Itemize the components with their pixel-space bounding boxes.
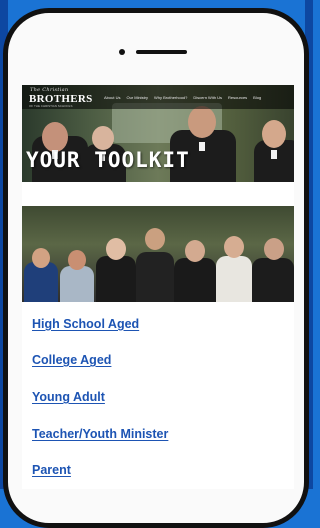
group-photo [22, 206, 294, 302]
nav-item-resources[interactable]: Resources [228, 95, 247, 100]
nav-item-discern[interactable]: Discern With Us [193, 95, 222, 100]
group-person [252, 228, 294, 302]
group-person [136, 216, 174, 302]
link-college-aged[interactable]: College Aged [32, 353, 111, 367]
link-young-adult[interactable]: Young Adult [32, 390, 105, 404]
page-title: YOUR TOOLKIT [26, 148, 190, 172]
group-person [174, 232, 216, 302]
link-teacher-youth-minister[interactable]: Teacher/Youth Minister [32, 427, 168, 441]
group-person [216, 224, 252, 302]
logo-subtitle: OF THE CHRISTIAN SCHOOLS [29, 104, 73, 108]
site-header: The Christian BROTHERS OF THE CHRISTIAN … [22, 85, 294, 109]
camera-dot [119, 49, 125, 55]
hero-banner: The Christian BROTHERS OF THE CHRISTIAN … [22, 85, 294, 182]
nav-item-blog[interactable]: Blog [253, 95, 261, 100]
nav-item-ministry[interactable]: Our Ministry [126, 95, 148, 100]
speaker-slot [136, 50, 187, 54]
main-nav: About Us Our Ministry Why Brotherhood? D… [104, 95, 261, 100]
group-person [96, 222, 136, 302]
link-parent[interactable]: Parent [32, 463, 71, 477]
nav-item-about[interactable]: About Us [104, 95, 120, 100]
group-person [60, 236, 94, 302]
hero-person [250, 106, 294, 182]
phone-screen: The Christian BROTHERS OF THE CHRISTIAN … [22, 85, 294, 489]
link-high-school-aged[interactable]: High School Aged [32, 317, 139, 331]
nav-item-why-brotherhood[interactable]: Why Brotherhood? [154, 95, 187, 100]
group-person [24, 232, 58, 302]
